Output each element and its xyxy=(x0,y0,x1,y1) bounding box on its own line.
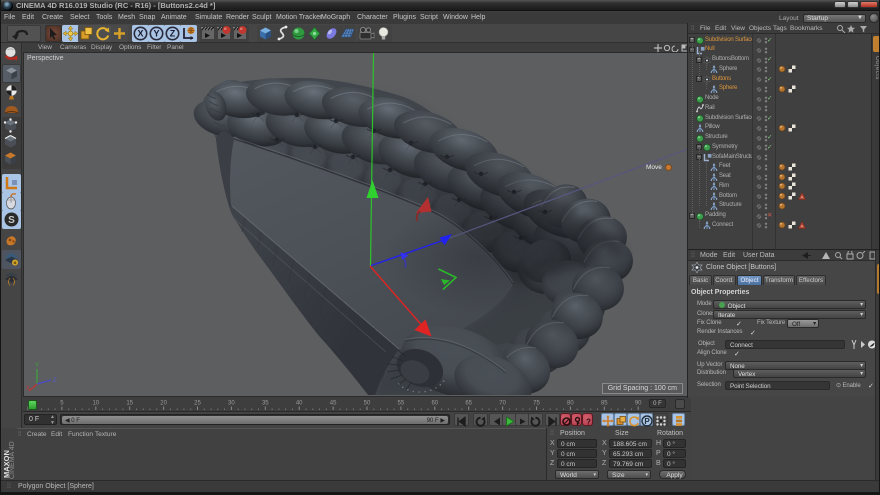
svg-text:Z: Z xyxy=(170,29,176,39)
svg-text:55: 55 xyxy=(398,401,405,407)
svg-text:25: 25 xyxy=(194,401,201,407)
svg-text:50: 50 xyxy=(364,401,371,407)
svg-text:S: S xyxy=(8,215,15,226)
svg-text:30: 30 xyxy=(228,401,235,407)
svg-text:20: 20 xyxy=(160,401,167,407)
svg-text:15: 15 xyxy=(126,401,133,407)
svg-text:10: 10 xyxy=(92,401,99,407)
svg-text:35: 35 xyxy=(262,401,269,407)
svg-text:5: 5 xyxy=(60,401,64,407)
svg-text:Y: Y xyxy=(35,363,39,369)
svg-text:65: 65 xyxy=(465,401,472,407)
svg-text:X: X xyxy=(137,29,143,39)
svg-text:X: X xyxy=(26,386,30,392)
svg-text:( ): ( ) xyxy=(8,277,16,286)
svg-text:70: 70 xyxy=(499,401,506,407)
svg-text:80: 80 xyxy=(567,401,574,407)
svg-text:?: ? xyxy=(586,418,591,427)
svg-text:Z: Z xyxy=(53,378,57,384)
svg-text:P: P xyxy=(644,417,650,426)
svg-text:85: 85 xyxy=(601,401,608,407)
svg-text:75: 75 xyxy=(533,401,540,407)
svg-text:90: 90 xyxy=(635,401,642,407)
svg-text:Y: Y xyxy=(153,29,159,39)
svg-text:45: 45 xyxy=(330,401,337,407)
svg-text:40: 40 xyxy=(296,401,303,407)
svg-text:60: 60 xyxy=(431,401,438,407)
